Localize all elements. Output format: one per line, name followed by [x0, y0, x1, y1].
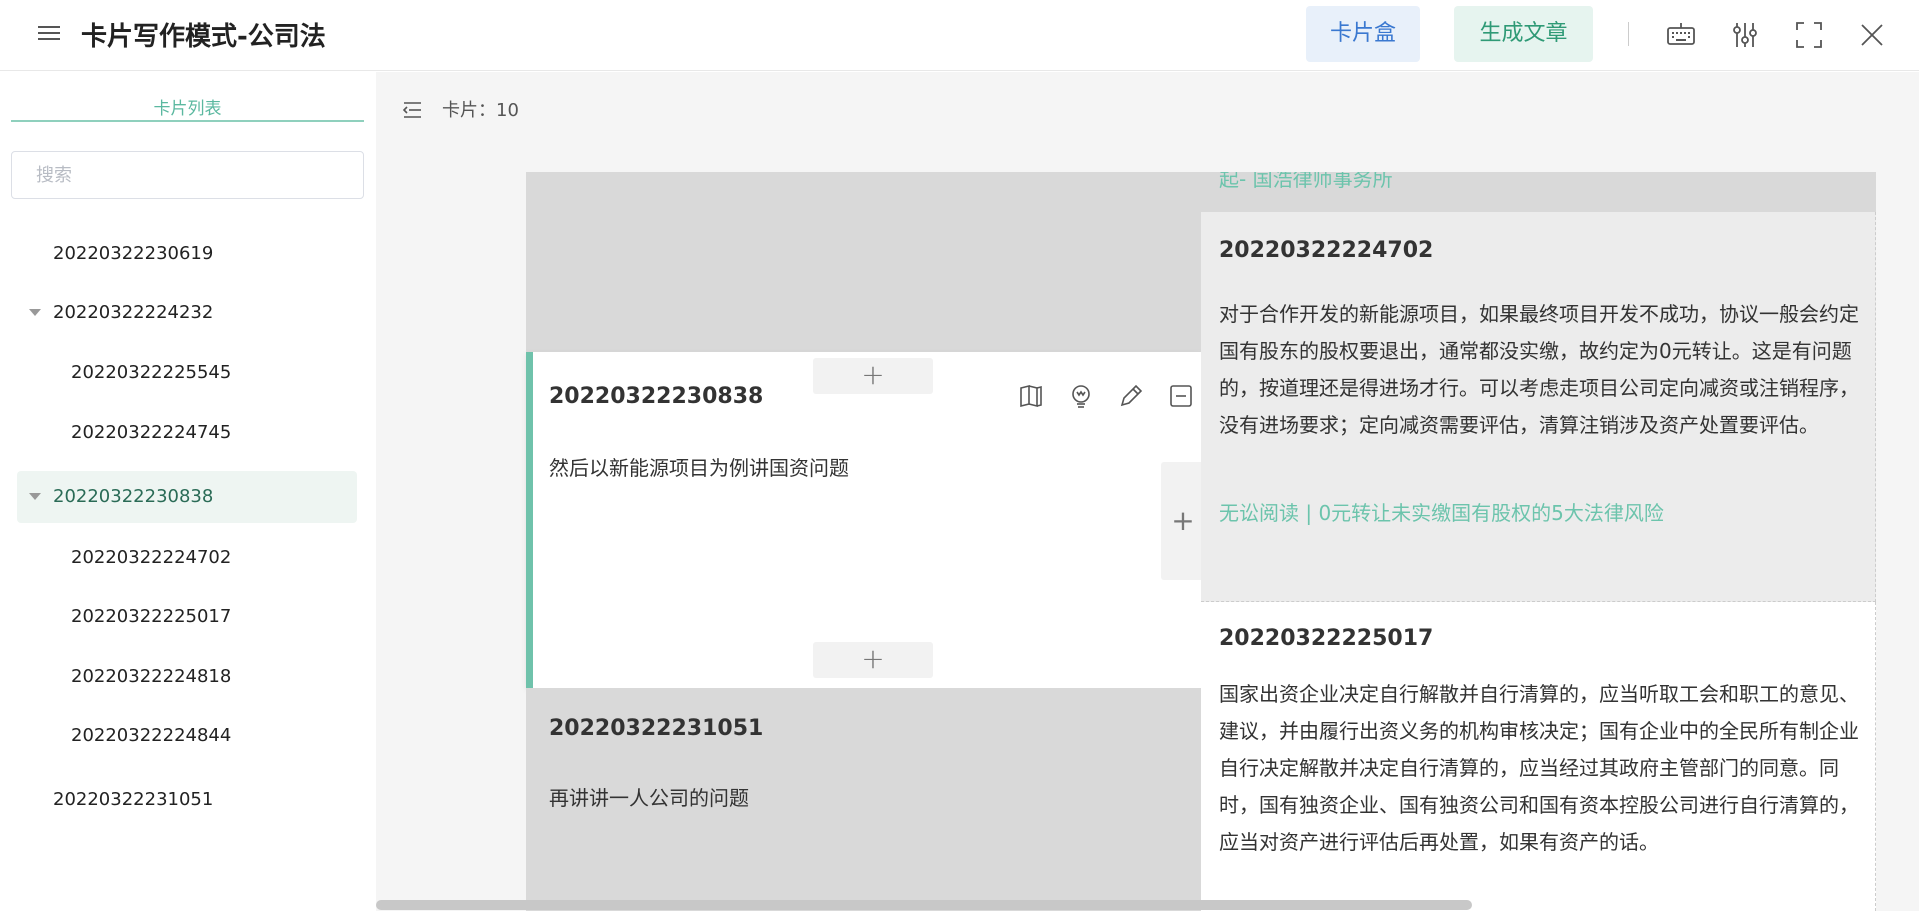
caret-down-icon[interactable] [29, 309, 41, 316]
reference-link[interactable]: 起- 国浩律师事务所 [1219, 172, 1393, 192]
parent-card-placeholder [526, 172, 1201, 354]
card-20220322224702[interactable]: 20220322224702 对于合作开发的新能源项目，如果最终项目开发不成功，… [1201, 212, 1876, 602]
main-canvas: 卡片：10 + 20220322230838 然后以新能源项目为例讲国资问题 +… [376, 72, 1919, 911]
card-20220322231051[interactable]: 20220322231051 再讲讲一人公司的问题 [526, 688, 1201, 911]
top-bar: 卡片写作模式-公司法 卡片盒 生成文章 [0, 0, 1919, 71]
sidebar-item-label: 20220322230619 [53, 243, 214, 264]
sidebar-item-20220322230619[interactable]: 20220322230619 [53, 228, 353, 280]
lightbulb-icon[interactable] [1067, 382, 1095, 410]
page-title: 卡片写作模式-公司法 [81, 22, 326, 52]
card-content: 对于合作开发的新能源项目，如果最终项目开发不成功，协议一般会约定国有股东的股权要… [1219, 302, 1859, 437]
cardbox-button[interactable]: 卡片盒 [1306, 6, 1420, 62]
sidebar-item-20220322230838[interactable]: 20220322230838 [17, 471, 357, 523]
book-icon[interactable] [1017, 382, 1045, 410]
add-child-card-button[interactable]: + [1161, 462, 1205, 580]
sidebar-item-20220322224702[interactable]: 20220322224702 [71, 532, 351, 584]
close-icon[interactable] [1857, 20, 1887, 50]
toolbar-divider [1628, 22, 1629, 46]
sidebar-item-20220322225017[interactable]: 20220322225017 [71, 591, 351, 643]
sidebar-item-20220322231051[interactable]: 20220322231051 [53, 774, 353, 826]
sidebar-item-label: 20220322224232 [53, 302, 214, 323]
sidebar-item-label: 20220322225017 [71, 606, 232, 627]
sidebar: 卡片列表 20220322230619 20220322224232 20220… [0, 72, 376, 911]
sidebar-item-20220322224745[interactable]: 20220322224745 [71, 407, 351, 459]
sidebar-item-label: 20220322224818 [71, 666, 232, 687]
caret-down-icon[interactable] [29, 493, 41, 500]
card-count: 卡片：10 [442, 100, 519, 121]
tab-card-list[interactable]: 卡片列表 [11, 92, 364, 122]
sidebar-item-label: 20220322231051 [53, 789, 214, 810]
sliders-icon[interactable] [1730, 20, 1760, 50]
sidebar-item-20220322224844[interactable]: 20220322224844 [71, 710, 351, 762]
generate-article-button[interactable]: 生成文章 [1454, 6, 1593, 62]
card-title: 20220322224702 [1219, 238, 1434, 263]
card-title: 20220322225017 [1219, 626, 1434, 651]
minus-square-icon[interactable] [1167, 382, 1195, 410]
search-input[interactable] [11, 151, 364, 199]
menu-icon[interactable] [36, 22, 62, 48]
add-card-below-button[interactable]: + [813, 642, 933, 678]
card-content: 国家出资企业决定自行解散并自行清算的，应当听取工会和职工的意见、建议，并由履行出… [1219, 682, 1859, 854]
active-card[interactable]: + 20220322230838 然后以新能源项目为例讲国资问题 + + [526, 352, 1205, 688]
sidebar-item-20220322224232[interactable]: 20220322224232 [17, 287, 357, 339]
sidebar-item-label: 20220322225545 [71, 362, 232, 383]
reference-link[interactable]: 无讼阅读 | 0元转让未实缴国有股权的5大法律风险 [1219, 497, 1664, 526]
card-title: 20220322230838 [549, 384, 764, 409]
keyboard-icon[interactable] [1666, 20, 1696, 50]
sidebar-item-label: 20220322224745 [71, 422, 232, 443]
card-title: 20220322231051 [549, 716, 764, 741]
collapse-sidebar-icon[interactable] [400, 98, 424, 122]
card-partial[interactable]: 起- 国浩律师事务所 [1201, 172, 1876, 212]
add-card-above-button[interactable]: + [813, 358, 933, 394]
scrollbar-thumb[interactable] [376, 900, 1472, 910]
horizontal-scrollbar[interactable] [376, 898, 1919, 911]
card-content: 然后以新能源项目为例讲国资问题 [549, 456, 849, 480]
sidebar-item-label: 20220322230838 [53, 486, 214, 507]
sidebar-item-20220322225545[interactable]: 20220322225545 [71, 347, 351, 399]
card-20220322225017[interactable]: 20220322225017 国家出资企业决定自行解散并自行清算的，应当听取工会… [1201, 602, 1876, 911]
card-content: 再讲讲一人公司的问题 [549, 786, 749, 810]
fullscreen-icon[interactable] [1794, 20, 1824, 50]
sidebar-item-20220322224818[interactable]: 20220322224818 [71, 651, 351, 703]
sidebar-item-label: 20220322224844 [71, 725, 232, 746]
sidebar-item-label: 20220322224702 [71, 547, 232, 568]
pencil-icon[interactable] [1117, 382, 1145, 410]
